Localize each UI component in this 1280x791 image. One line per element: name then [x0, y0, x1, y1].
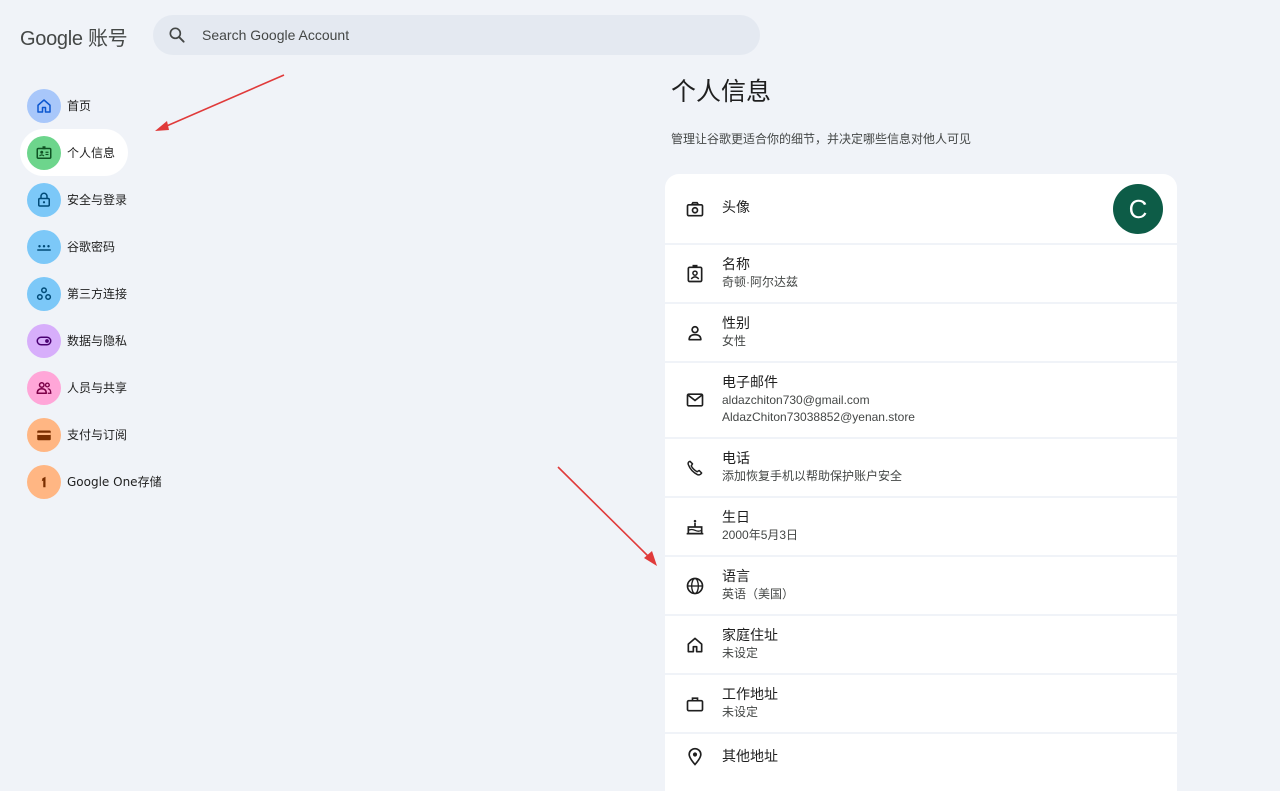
sidebar-item-personal-info[interactable]: 个人信息	[20, 129, 128, 176]
row-value: aldazchiton730@gmail.com	[722, 393, 870, 407]
phone-row[interactable]: 电话 添加恢复手机以帮助保护账户安全	[665, 439, 1177, 496]
mail-icon	[686, 393, 704, 407]
work-address-row[interactable]: 工作地址 未设定	[665, 675, 1177, 732]
search-bar[interactable]: Search Google Account	[153, 15, 760, 55]
sidebar-nav: 首页 个人信息 安全与登录 谷歌密码 第三方连接 数据与隐私 人员与共享 支付与…	[20, 82, 220, 505]
row-value: AldazChiton73038852@yenan.store	[722, 410, 915, 424]
person-icon	[688, 325, 702, 341]
cake-icon	[686, 519, 704, 535]
sidebar-item-third-party[interactable]: 第三方连接	[20, 270, 128, 317]
google-one-icon	[27, 464, 61, 499]
row-label: 家庭住址	[722, 628, 778, 644]
sidebar-item-home[interactable]: 首页	[20, 82, 128, 129]
row-label: 头像	[722, 200, 750, 216]
row-label: 生日	[722, 510, 750, 526]
row-value: 女性	[722, 334, 747, 348]
password-icon	[27, 229, 61, 264]
connections-icon	[27, 276, 61, 311]
sidebar-item-label: 谷歌密码	[67, 240, 116, 254]
search-icon[interactable]	[167, 25, 187, 45]
row-label: 工作地址	[722, 687, 778, 703]
row-label: 名称	[722, 257, 750, 273]
home-icon	[687, 637, 703, 653]
email-row[interactable]: 电子邮件 aldazchiton730@gmail.com AldazChito…	[665, 363, 1177, 437]
row-label: 其他地址	[722, 749, 778, 765]
sidebar-item-data-privacy[interactable]: 数据与隐私	[20, 317, 128, 364]
globe-icon	[686, 577, 704, 595]
sidebar-item-people-sharing[interactable]: 人员与共享	[20, 364, 128, 411]
row-label: 电子邮件	[722, 375, 778, 391]
sidebar-item-label: 首页	[67, 99, 92, 113]
badge-icon	[687, 264, 703, 283]
row-value: 添加恢复手机以帮助保护账户安全	[722, 469, 903, 483]
row-label: 电话	[722, 451, 750, 467]
sidebar-item-security[interactable]: 安全与登录	[20, 176, 128, 223]
sidebar-item-label: 数据与隐私	[67, 334, 128, 348]
page-title: 个人信息	[671, 77, 772, 106]
sidebar-item-label: 人员与共享	[67, 381, 128, 395]
search-input[interactable]: Search Google Account	[202, 27, 349, 43]
sidebar-item-label: 第三方连接	[67, 287, 128, 301]
row-value: 英语（美国）	[722, 587, 795, 601]
lock-icon	[27, 182, 61, 217]
id-card-icon	[27, 135, 61, 170]
other-address-row[interactable]: 其他地址	[665, 734, 1177, 791]
home-icon	[27, 88, 61, 123]
location-icon	[688, 747, 702, 766]
google-account-logo[interactable]: Google 账号	[20, 22, 128, 51]
sidebar-item-label: 个人信息	[67, 146, 116, 160]
personal-info-card: 头像 C 名称 奇顿·阿尔达兹 性别 女性 电子邮件 aldazchiton73…	[665, 174, 1177, 791]
sidebar-item-google-one[interactable]: Google One存储	[20, 458, 162, 505]
wallet-icon	[27, 417, 61, 452]
sidebar-item-passwords[interactable]: 谷歌密码	[20, 223, 128, 270]
sidebar-item-label: 支付与订阅	[67, 428, 128, 442]
language-row[interactable]: 语言 英语（美国）	[665, 557, 1177, 614]
profile-photo-row[interactable]: 头像 C	[665, 174, 1177, 243]
name-row[interactable]: 名称 奇顿·阿尔达兹	[665, 245, 1177, 302]
arrow-to-language-row	[557, 466, 657, 566]
phone-icon	[687, 460, 703, 476]
row-value: 2000年5月3日	[722, 528, 799, 542]
page-subtitle: 管理让谷歌更适合你的细节，并决定哪些信息对他人可见	[671, 132, 972, 146]
people-icon	[27, 370, 61, 405]
sidebar-item-label: 安全与登录	[67, 193, 128, 207]
avatar[interactable]: C	[1113, 184, 1163, 234]
row-value: 未设定	[722, 705, 759, 719]
top-bar: Google 账号 Search Google Account	[0, 0, 1280, 70]
row-value: 未设定	[722, 646, 759, 660]
sidebar-item-payments[interactable]: 支付与订阅	[20, 411, 128, 458]
toggle-icon	[27, 323, 61, 358]
briefcase-icon	[686, 697, 704, 712]
row-label: 性别	[722, 316, 750, 332]
sidebar-item-label: Google One存储	[67, 475, 162, 489]
home-address-row[interactable]: 家庭住址 未设定	[665, 616, 1177, 673]
birthday-row[interactable]: 生日 2000年5月3日	[665, 498, 1177, 555]
row-value: 奇顿·阿尔达兹	[722, 275, 798, 289]
gender-row[interactable]: 性别 女性	[665, 304, 1177, 361]
row-label: 语言	[722, 569, 750, 585]
camera-icon	[686, 201, 704, 216]
